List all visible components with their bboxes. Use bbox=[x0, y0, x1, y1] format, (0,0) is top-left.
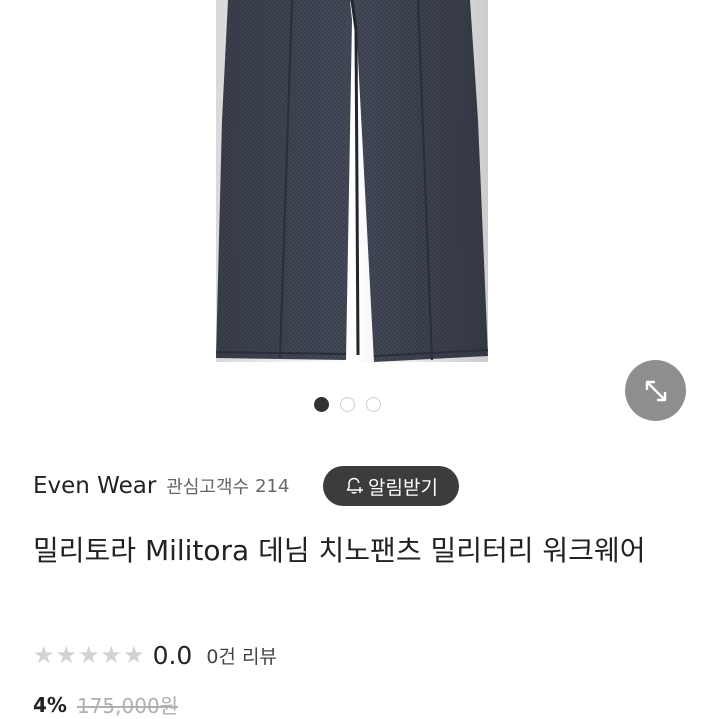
expand-image-button[interactable] bbox=[625, 360, 686, 421]
product-title: 밀리토라 Militora 데님 치노팬츠 밀리터리 워크웨어 bbox=[33, 534, 646, 567]
alert-subscribe-button[interactable]: 알림받기 bbox=[323, 466, 459, 506]
brand-info: Even Wear 관심고객수 214 bbox=[33, 466, 289, 506]
price-info: 4% 175,000원 bbox=[33, 690, 178, 719]
star-rating: ★ ★ ★ ★ ★ bbox=[33, 643, 146, 667]
follower-label: 관심고객수 bbox=[166, 477, 250, 498]
follower-count: 214 bbox=[255, 475, 290, 497]
bell-plus-icon bbox=[344, 476, 364, 496]
denim-pants-illustration bbox=[215, 0, 489, 362]
carousel-indicators bbox=[314, 397, 381, 412]
rating-score: 0.0 bbox=[152, 640, 193, 670]
star-icon: ★ bbox=[100, 641, 123, 669]
rating-summary[interactable]: ★ ★ ★ ★ ★ 0.0 0건 리뷰 bbox=[33, 637, 277, 673]
product-image[interactable] bbox=[0, 0, 704, 380]
alert-button-label: 알림받기 bbox=[368, 476, 438, 499]
star-icon: ★ bbox=[33, 641, 55, 669]
star-icon: ★ bbox=[55, 641, 78, 669]
carousel-dot-2[interactable] bbox=[340, 397, 355, 412]
carousel-dot-3[interactable] bbox=[366, 397, 381, 412]
review-count-link[interactable]: 0건 리뷰 bbox=[206, 642, 277, 669]
discount-rate: 4% bbox=[33, 692, 67, 717]
star-icon: ★ bbox=[78, 641, 100, 669]
original-price: 175,000원 bbox=[76, 694, 179, 718]
expand-arrows-icon bbox=[645, 380, 666, 401]
carousel-dot-1[interactable] bbox=[314, 397, 329, 412]
brand-name[interactable]: Even Wear bbox=[33, 473, 156, 499]
star-icon: ★ bbox=[123, 641, 145, 669]
